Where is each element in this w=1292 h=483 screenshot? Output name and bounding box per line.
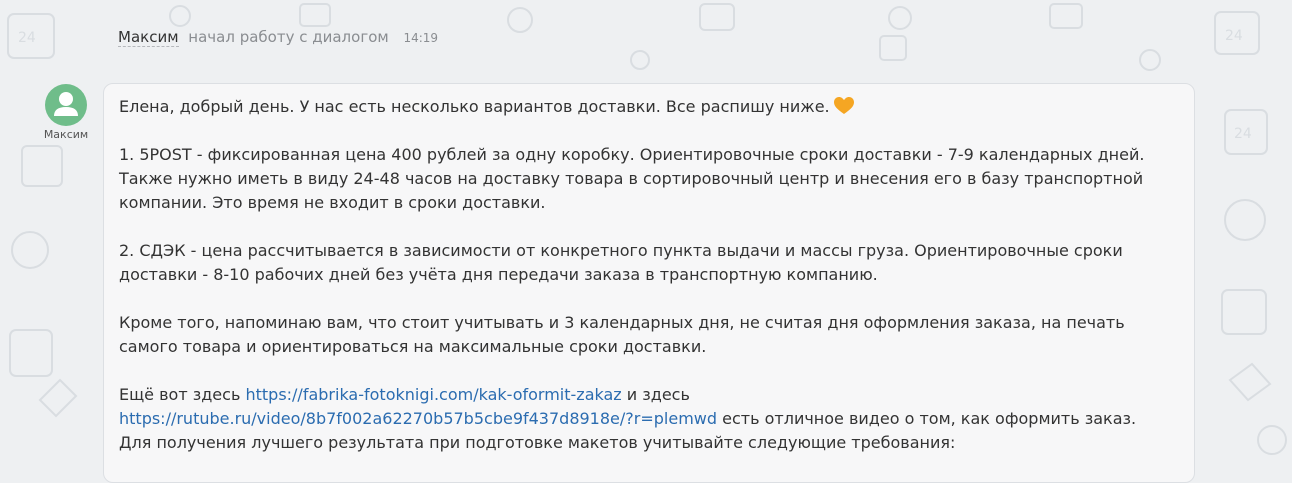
links-middle: и здесь bbox=[626, 385, 690, 404]
links-suffix: есть отличное видео о том, как оформить … bbox=[722, 409, 1137, 428]
message-option-5post: 1. 5POST - фиксированная цена 400 рублей… bbox=[119, 145, 1145, 212]
message-note: Кроме того, напоминаю вам, что стоит учи… bbox=[119, 313, 1125, 356]
message-bubble: Елена, добрый день. У нас есть несколько… bbox=[103, 83, 1195, 483]
svg-text:24: 24 bbox=[18, 30, 36, 46]
svg-text:24: 24 bbox=[1234, 126, 1252, 142]
message-option-cdek: 2. СДЭК - цена рассчитывается в зависимо… bbox=[119, 241, 1123, 284]
greeting-text: Елена, добрый день. У нас есть несколько… bbox=[119, 97, 830, 116]
message-greeting: Елена, добрый день. У нас есть несколько… bbox=[119, 95, 1180, 119]
message-links: Ещё вот здесь https://fabrika-fotoknigi.… bbox=[119, 383, 1180, 455]
rutube-link[interactable]: https://rutube.ru/video/8b7f002a62270b57… bbox=[119, 409, 717, 428]
fabrika-link[interactable]: https://fabrika-fotoknigi.com/kak-oformi… bbox=[245, 385, 621, 404]
user-icon bbox=[54, 92, 78, 116]
avatar-name: Максим bbox=[43, 128, 89, 141]
svg-text:24: 24 bbox=[1225, 28, 1243, 44]
system-message-time: 14:19 bbox=[403, 31, 439, 45]
system-message-action: начал работу с диалогом bbox=[188, 28, 389, 46]
system-message-author[interactable]: Максим bbox=[118, 28, 179, 47]
system-message: Максим начал работу с диалогом 14:19 bbox=[118, 28, 438, 50]
avatar[interactable] bbox=[45, 84, 87, 126]
links-prefix: Ещё вот здесь bbox=[119, 385, 241, 404]
requirements-text: Для получения лучшего результата при под… bbox=[119, 433, 956, 452]
message-text: Елена, добрый день. У нас есть несколько… bbox=[119, 95, 1180, 455]
orange-heart-icon bbox=[833, 97, 854, 114]
